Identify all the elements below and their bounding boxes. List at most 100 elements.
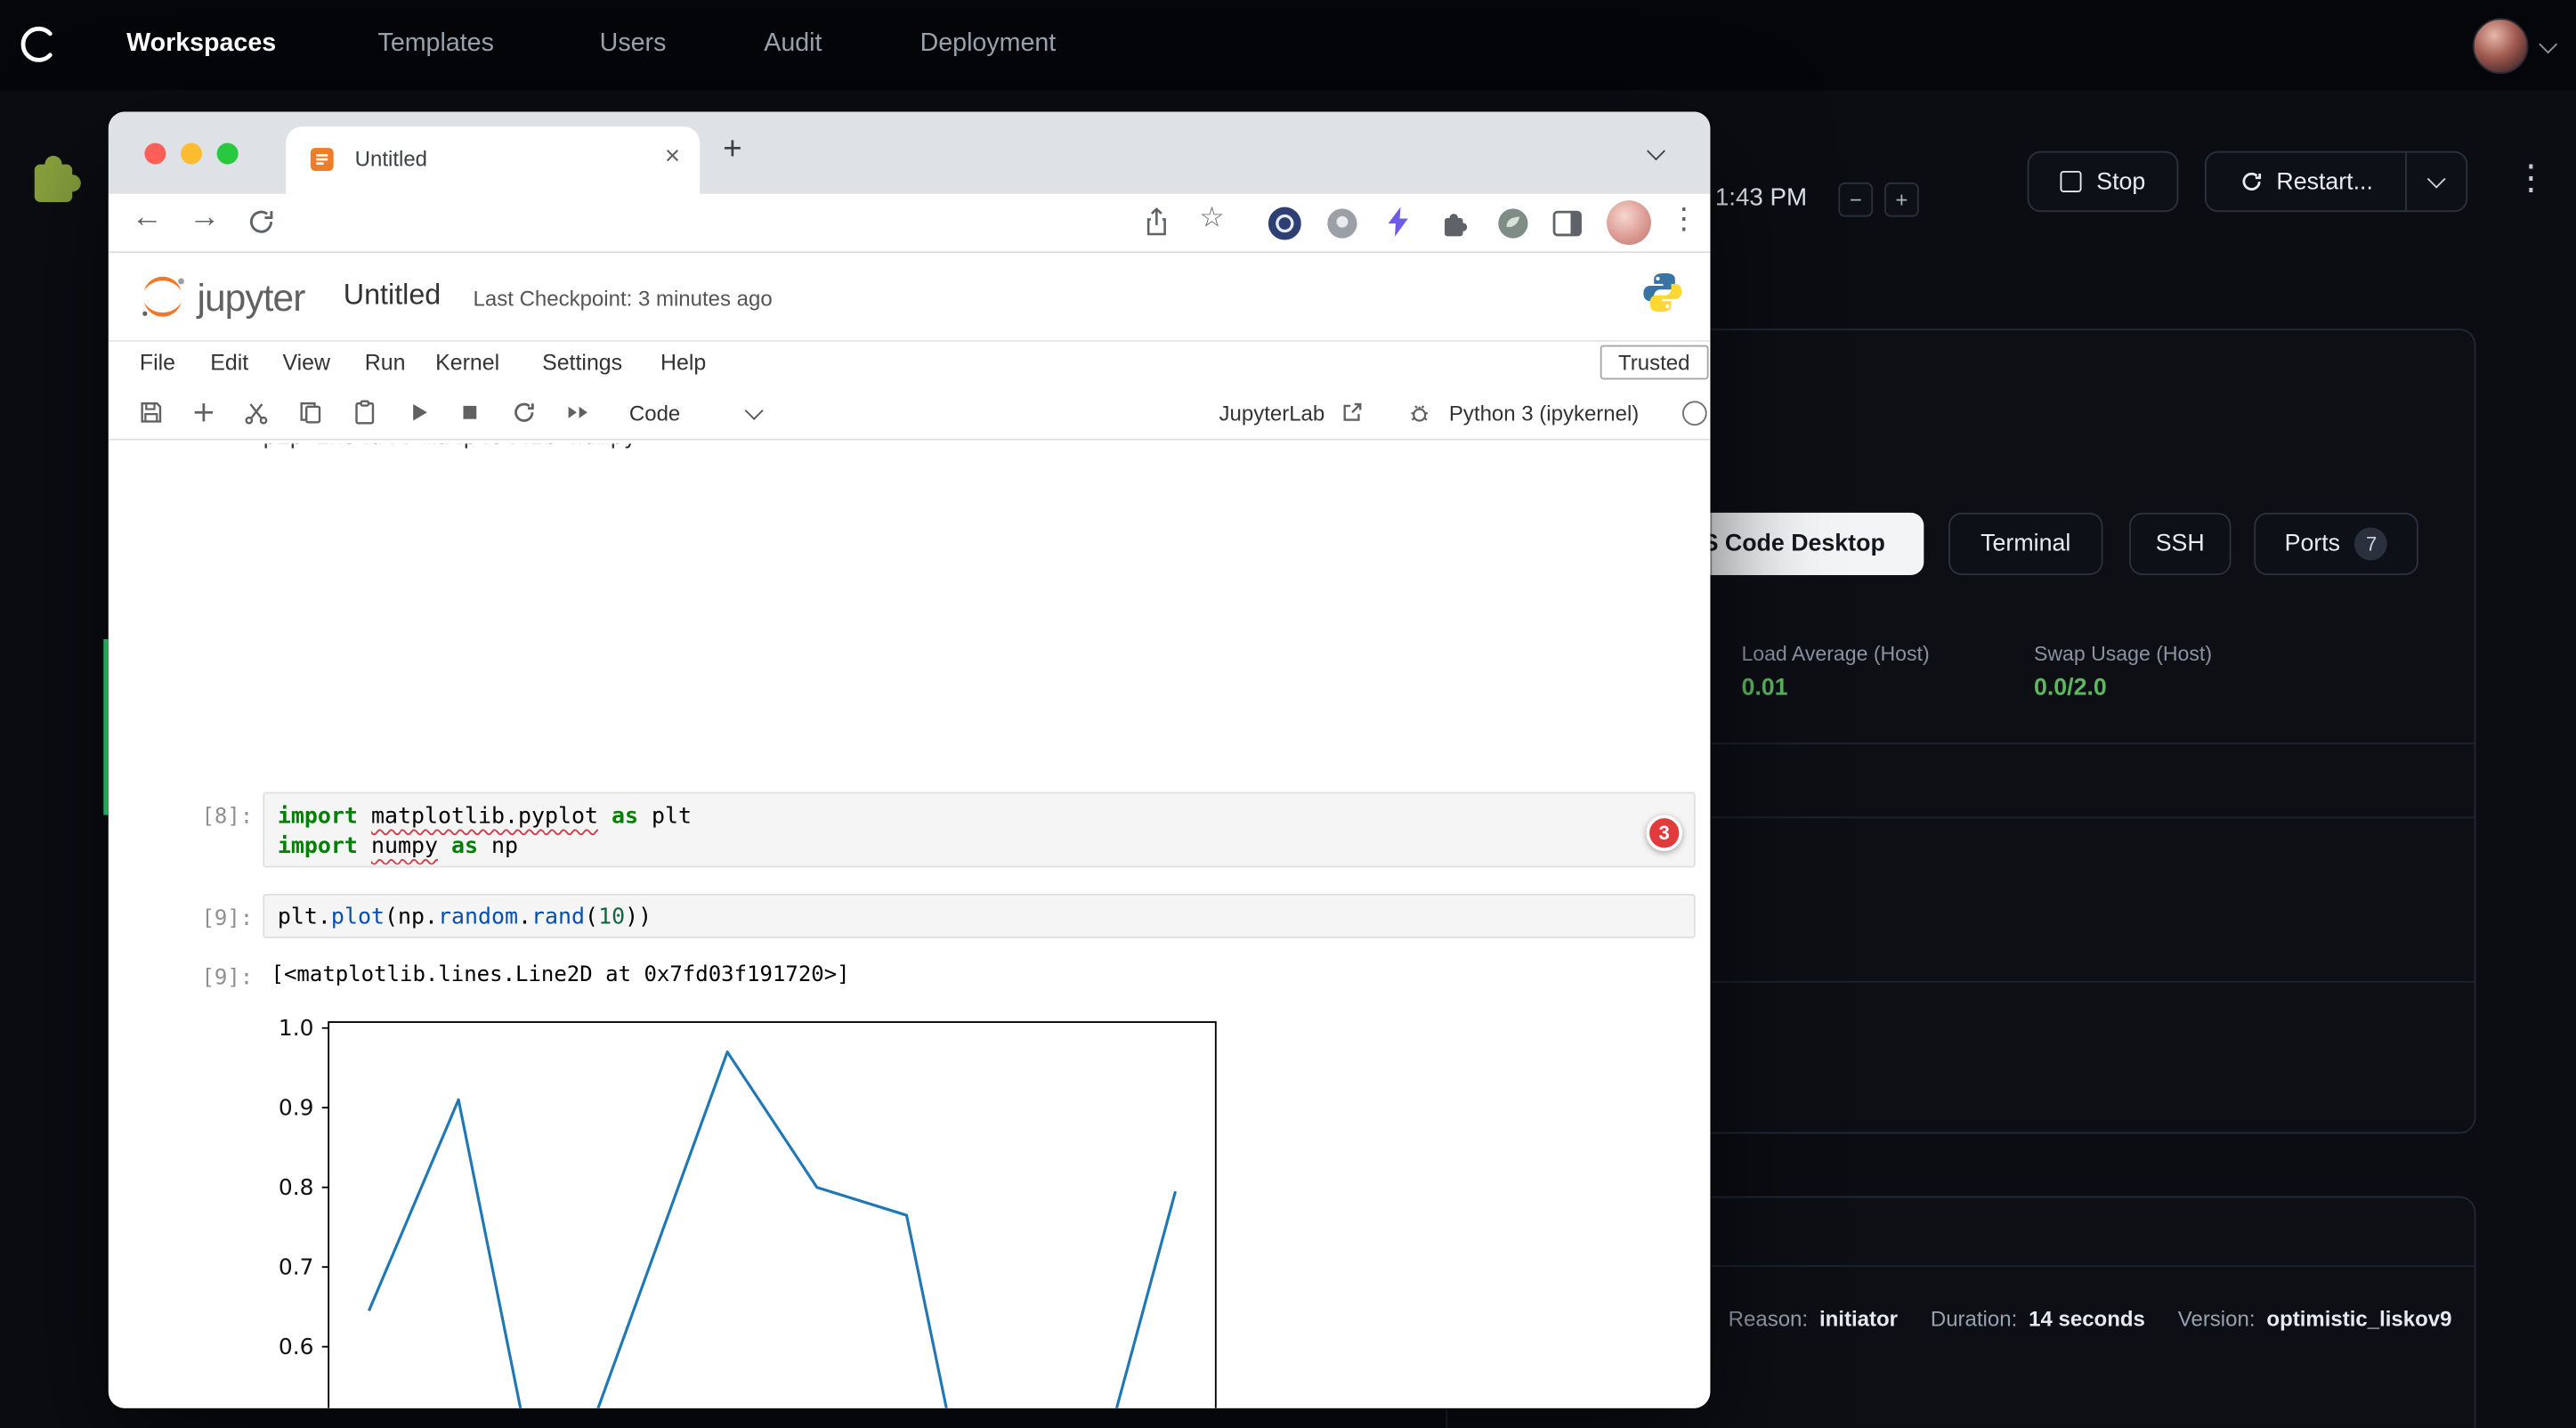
- schedule-increase-button[interactable]: +: [1884, 183, 1919, 217]
- ports-button[interactable]: Ports 7: [2254, 513, 2418, 575]
- nav-item-workspaces[interactable]: Workspaces: [126, 29, 276, 59]
- stop-workspace-button[interactable]: Stop: [2028, 151, 2179, 212]
- load-average-value: 0.01: [1741, 676, 1787, 702]
- code-token: import: [278, 804, 371, 831]
- browser-profile-avatar[interactable]: [1607, 200, 1651, 245]
- restart-button-label: Restart...: [2276, 168, 2373, 195]
- menu-run[interactable]: Run: [365, 350, 406, 375]
- copy-cell-button[interactable]: [297, 400, 324, 434]
- code-cell-imports[interactable]: import matplotlib.pyplot as pltimport nu…: [263, 792, 1695, 868]
- forward-button[interactable]: →: [189, 200, 220, 237]
- kernel-status-icon: [1682, 401, 1707, 426]
- ssh-label: SSH: [2156, 531, 2205, 557]
- open-in-jupyterlab-link[interactable]: JupyterLab: [1219, 401, 1325, 426]
- lightning-extension-icon[interactable]: [1383, 206, 1413, 247]
- puzzle-extension-icon[interactable]: [27, 144, 89, 215]
- jupyter-logo-icon: [138, 274, 187, 320]
- cell-type-dropdown[interactable]: Code: [616, 391, 774, 434]
- stop-button-label: Stop: [2096, 168, 2145, 195]
- insert-cell-button[interactable]: [190, 400, 217, 434]
- browser-tab[interactable]: Untitled ×: [286, 126, 700, 194]
- back-button[interactable]: ←: [132, 200, 163, 237]
- tab-close-icon[interactable]: ×: [665, 143, 680, 173]
- code-token: plt.: [278, 904, 331, 930]
- menu-edit[interactable]: Edit: [210, 350, 248, 375]
- menu-help[interactable]: Help: [660, 350, 706, 375]
- vscode-desktop-label: VS Code Desktop: [1687, 531, 1885, 557]
- cut-cell-button[interactable]: [243, 400, 270, 434]
- window-minimize-button[interactable]: [181, 143, 202, 165]
- code-token: (np.: [385, 904, 438, 930]
- coder-logo-icon[interactable]: [15, 20, 64, 77]
- code-token: as: [438, 833, 491, 860]
- restart-run-all-button[interactable]: [563, 400, 593, 434]
- chevron-down-icon[interactable]: [2539, 35, 2557, 53]
- tab-title: Untitled: [355, 146, 427, 171]
- schedule-decrease-button[interactable]: −: [1838, 183, 1873, 217]
- cell-type-value: Code: [629, 400, 680, 425]
- stop-icon: [2061, 171, 2082, 192]
- version-label: Version:: [2178, 1306, 2256, 1331]
- notebook-area: pip install matplotlib numpy [8]: import…: [109, 441, 1711, 1408]
- top-navigation: Workspaces Templates Users Audit Deploym…: [0, 0, 2576, 91]
- svg-text:0.6: 0.6: [279, 1334, 314, 1359]
- nav-item-templates[interactable]: Templates: [378, 29, 494, 59]
- nav-item-deployment[interactable]: Deployment: [920, 29, 1057, 59]
- browser-window: Untitled × + ← → 5555--main--test--matif…: [109, 112, 1711, 1408]
- share-button[interactable]: [1144, 207, 1171, 245]
- svg-text:0.9: 0.9: [279, 1095, 314, 1121]
- save-button[interactable]: [138, 400, 165, 434]
- run-cell-button[interactable]: [406, 400, 433, 434]
- extension-icon-a[interactable]: [1325, 207, 1358, 248]
- new-tab-button[interactable]: +: [723, 132, 742, 169]
- browser-tab-strip: Untitled × +: [109, 112, 1711, 194]
- split-view-icon[interactable]: [1552, 210, 1582, 245]
- onepassword-extension-icon[interactable]: [1268, 207, 1301, 248]
- browser-toolbar: ← → 5555--main--test--matifali.atif.cdr.…: [109, 194, 1711, 253]
- cell-output-text: [<matplotlib.lines.Line2D at 0x7fd03f191…: [271, 963, 850, 988]
- checkpoint-status: Last Checkpoint: 3 minutes ago: [474, 286, 773, 311]
- browser-kebab-menu[interactable]: ⋮: [1669, 202, 1698, 237]
- window-close-button[interactable]: [144, 143, 166, 165]
- window-maximize-button[interactable]: [217, 143, 239, 165]
- bookmark-star-icon[interactable]: ☆: [1199, 202, 1224, 235]
- build-meta-row: Reason: initiator Duration: 14 seconds V…: [1729, 1306, 2452, 1331]
- notebook-title[interactable]: Untitled: [344, 278, 441, 312]
- swap-usage-label: Swap Usage (Host): [2034, 643, 2212, 666]
- paste-cell-button[interactable]: [352, 400, 378, 434]
- restart-options-dropdown[interactable]: [2405, 153, 2466, 211]
- chevron-down-icon: [2427, 170, 2446, 189]
- cell-output-prompt: [9]:: [174, 966, 254, 991]
- code-cell-plot[interactable]: plt.plot(np.random.rand(10)): [263, 894, 1695, 938]
- reload-button[interactable]: [247, 207, 276, 245]
- interrupt-kernel-button[interactable]: [457, 400, 483, 434]
- jupyter-menubar: File Edit View Run Kernel Settings Help …: [109, 342, 1711, 385]
- ssh-button[interactable]: SSH: [2129, 513, 2231, 575]
- code-token: 10: [598, 904, 625, 930]
- extension-icon-b[interactable]: [1496, 207, 1529, 248]
- debugger-icon[interactable]: [1406, 400, 1433, 434]
- external-link-icon[interactable]: [1341, 401, 1364, 432]
- menu-settings[interactable]: Settings: [542, 350, 622, 375]
- nav-item-audit[interactable]: Audit: [764, 29, 822, 59]
- restart-workspace-button[interactable]: Restart...: [2207, 153, 2405, 211]
- workspace-kebab-menu[interactable]: ⋮: [2514, 158, 2548, 199]
- user-avatar[interactable]: [2473, 18, 2529, 74]
- menu-file[interactable]: File: [140, 350, 175, 375]
- terminal-button[interactable]: Terminal: [1948, 513, 2102, 575]
- swap-usage-value: 0.0/2.0: [2034, 676, 2107, 702]
- restart-kernel-button[interactable]: [511, 400, 538, 434]
- extensions-puzzle-icon[interactable]: [1439, 207, 1472, 248]
- code-token: .: [518, 904, 531, 930]
- menu-kernel[interactable]: Kernel: [435, 350, 499, 375]
- kernel-name[interactable]: Python 3 (ipykernel): [1449, 401, 1639, 426]
- menu-view[interactable]: View: [282, 350, 330, 375]
- jupyter-toolbar: Code JupyterLab Python 3 (ipykernel): [109, 385, 1711, 441]
- load-average-label: Load Average (Host): [1741, 643, 1929, 666]
- partial-cell-text: pip install matplotlib numpy: [263, 443, 1084, 450]
- trusted-button[interactable]: Trusted: [1600, 345, 1708, 380]
- chevron-down-icon: [745, 401, 764, 419]
- ports-label: Ports: [2285, 531, 2340, 557]
- nav-item-users[interactable]: Users: [600, 29, 667, 59]
- tab-search-chevron-icon[interactable]: [1647, 142, 1665, 160]
